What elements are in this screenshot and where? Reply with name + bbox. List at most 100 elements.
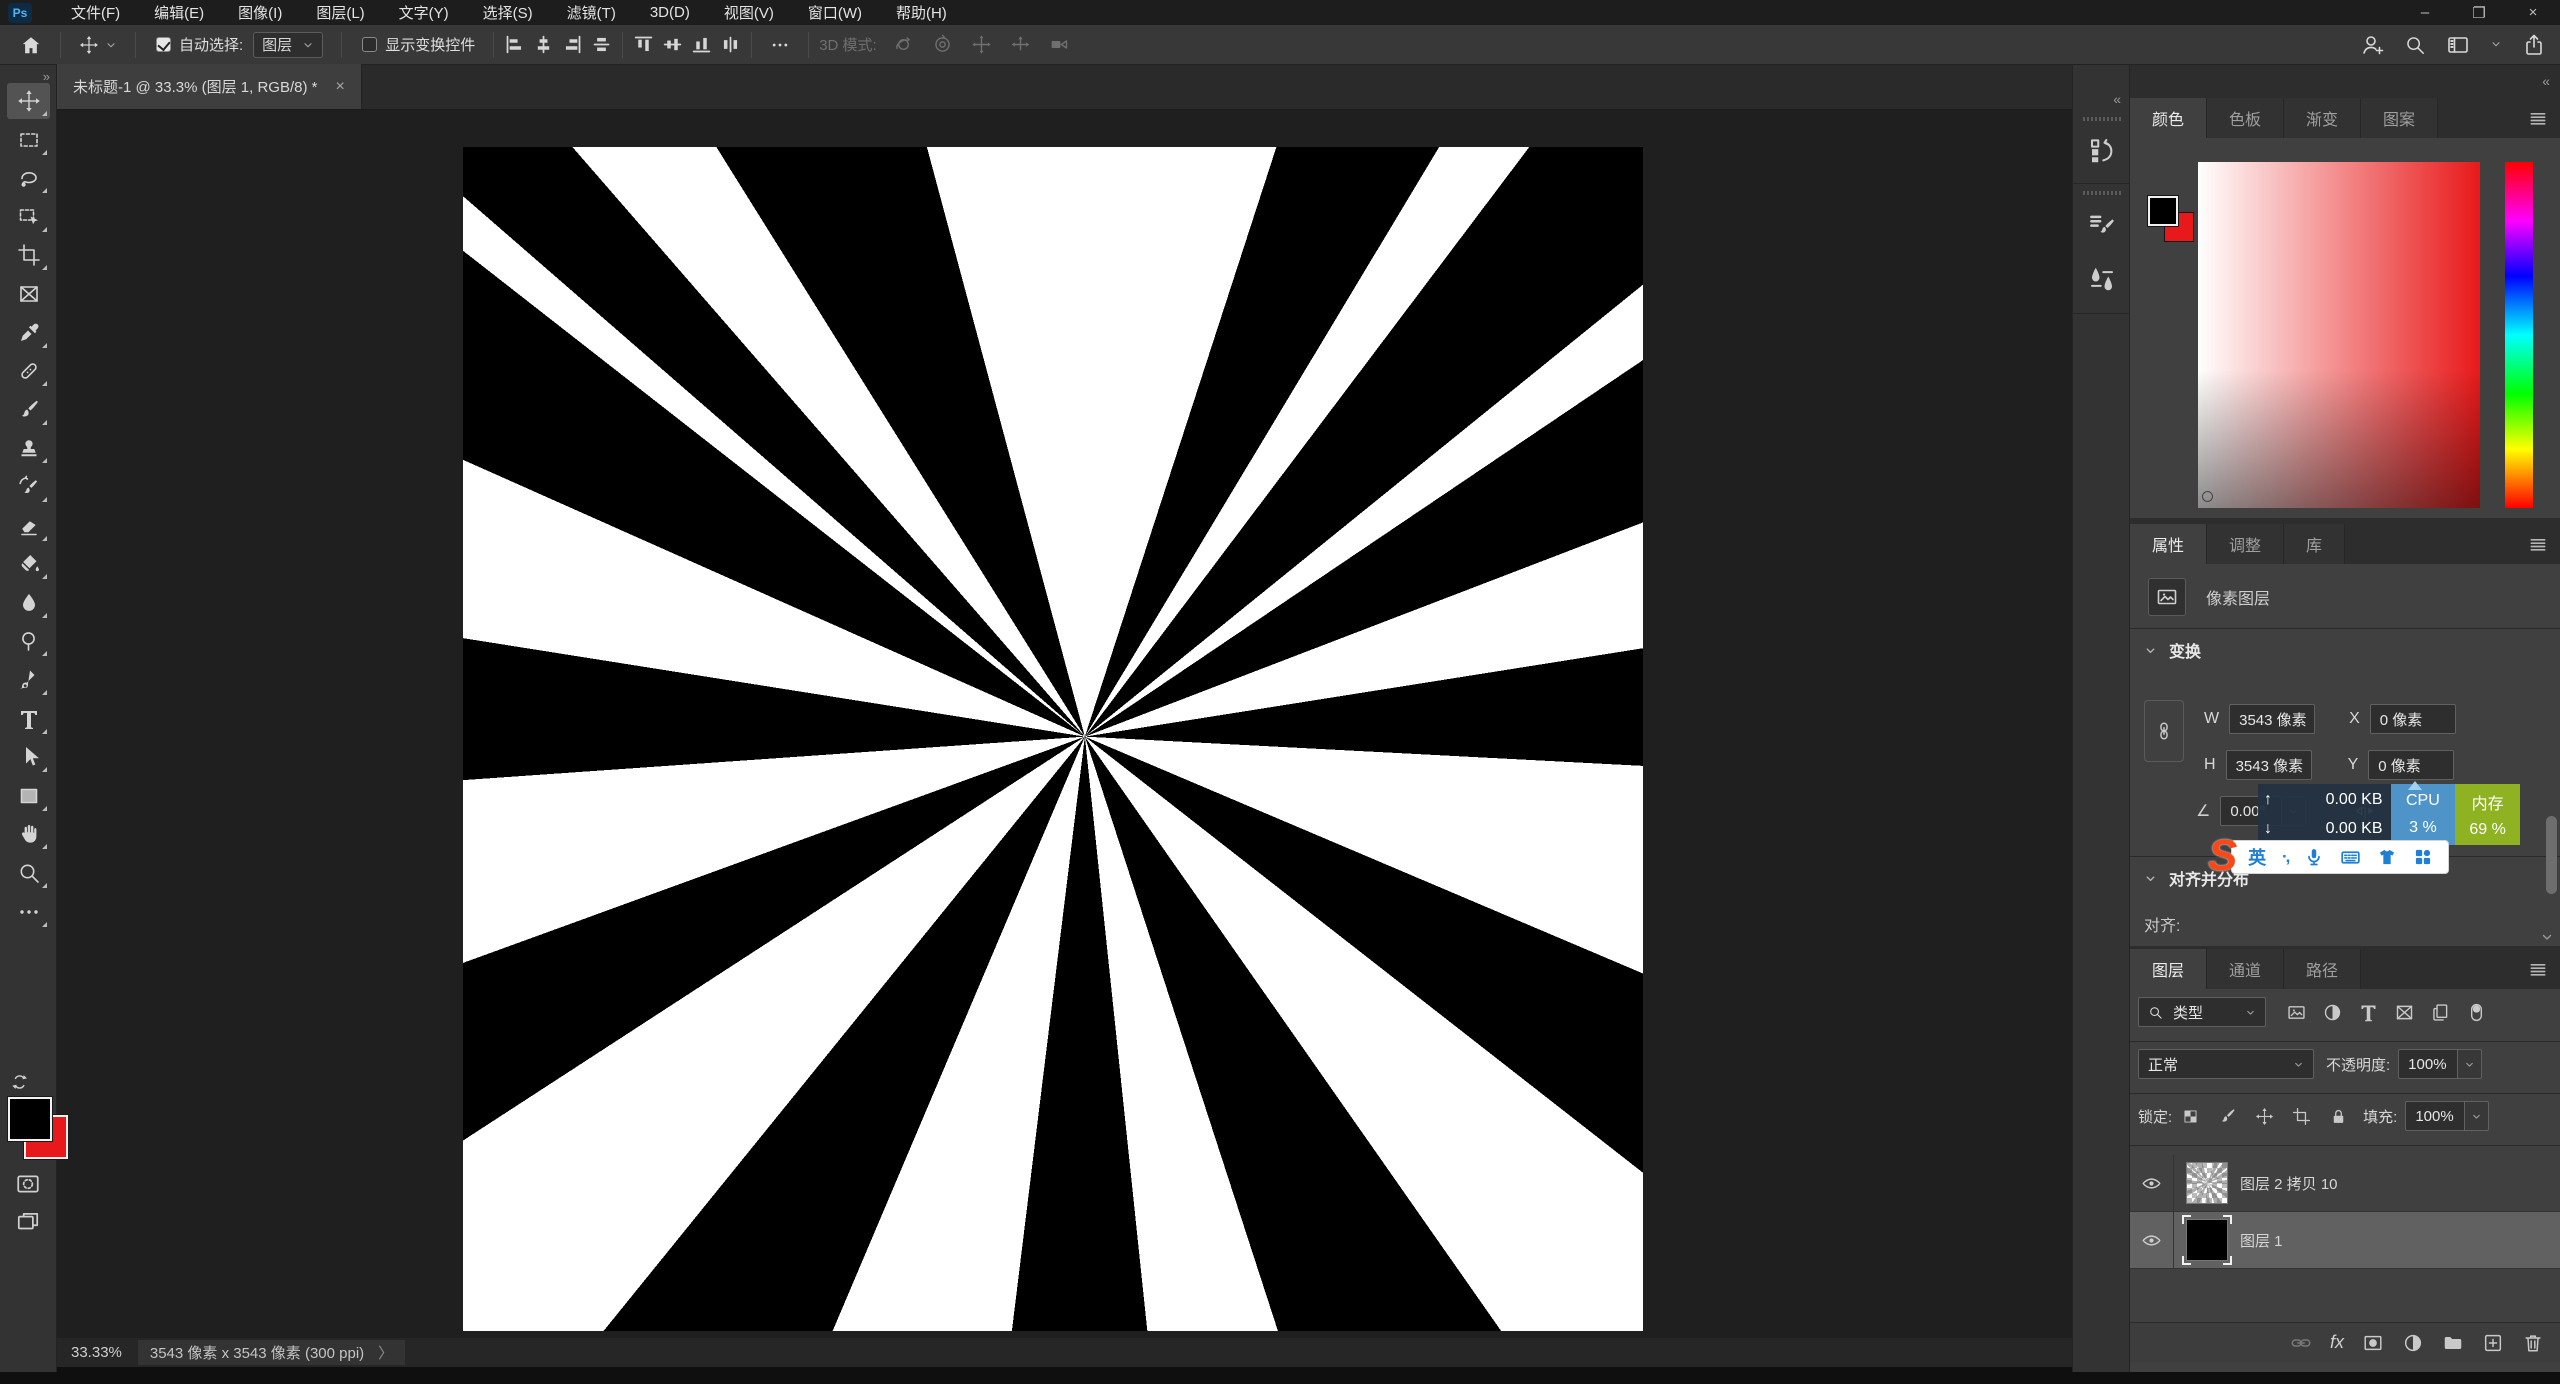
layer-thumbnail[interactable] <box>2186 1162 2228 1204</box>
color-tab-1[interactable]: 色板 <box>2207 98 2284 138</box>
filter-type-icon[interactable] <box>2358 1002 2379 1023</box>
sogou-logo-icon[interactable]: S <box>2208 838 2237 874</box>
hue-slider[interactable] <box>2505 162 2533 508</box>
move-tool-preset-icon[interactable] <box>71 35 125 55</box>
fill-dropdown-icon[interactable] <box>2465 1101 2489 1131</box>
share-icon[interactable] <box>2522 33 2546 57</box>
lock-artboard-icon[interactable] <box>2292 1107 2311 1126</box>
close-button[interactable]: × <box>2506 0 2560 25</box>
layer-name[interactable]: 图层 1 <box>2240 1230 2283 1251</box>
menu-item-1[interactable]: 编辑(E) <box>137 0 221 25</box>
status-chevron-icon[interactable]: 〉 <box>378 1342 393 1363</box>
properties-tab-1[interactable]: 调整 <box>2207 524 2284 564</box>
minimize-button[interactable]: – <box>2398 0 2452 25</box>
tool-eraser[interactable] <box>7 508 50 544</box>
tool-dodge[interactable] <box>7 623 50 659</box>
auto-select-checkbox[interactable] <box>156 37 171 52</box>
foreground-color-swatch[interactable] <box>8 1097 52 1141</box>
ime-microphone-icon[interactable] <box>2304 847 2324 867</box>
filter-shape-icon[interactable] <box>2394 1002 2415 1023</box>
document-tab-close-icon[interactable]: × <box>335 78 344 96</box>
tool-path-selection[interactable] <box>7 739 50 775</box>
canvas-starburst[interactable] <box>463 147 1643 1331</box>
tool-rectangular-marquee[interactable] <box>7 122 50 158</box>
layer-style-icon[interactable]: fx <box>2330 1332 2344 1353</box>
transform-section-chevron-icon[interactable] <box>2144 644 2157 657</box>
lock-position-icon[interactable] <box>2255 1107 2274 1126</box>
tool-crop[interactable] <box>7 237 50 273</box>
scroll-down-icon[interactable] <box>2540 928 2554 946</box>
color-tab-3[interactable]: 图案 <box>2361 98 2438 138</box>
menu-item-6[interactable]: 滤镜(T) <box>550 0 633 25</box>
more-align-options-icon[interactable] <box>762 35 798 55</box>
restore-button[interactable]: ❐ <box>2452 0 2506 25</box>
search-icon[interactable] <box>2404 34 2426 56</box>
panel-collapse-icon[interactable]: « <box>2542 73 2550 89</box>
layer-visibility-icon[interactable] <box>2130 1155 2174 1211</box>
tool-pen[interactable] <box>7 662 50 698</box>
dock-collapse-icon[interactable]: « <box>2113 91 2121 107</box>
zoom-level-field[interactable]: 33.33% <box>71 1344 122 1361</box>
align-top-icon[interactable] <box>633 34 654 55</box>
align-right-icon[interactable] <box>562 34 583 55</box>
height-field[interactable]: 3543 像素 <box>2226 750 2312 780</box>
ime-toolbox-icon[interactable] <box>2413 847 2433 867</box>
screen-mode-icon[interactable] <box>13 1209 43 1235</box>
fill-field[interactable]: 100% <box>2405 1101 2465 1131</box>
quick-mask-icon[interactable] <box>13 1171 43 1197</box>
workspace-chevron-icon[interactable] <box>2490 36 2502 54</box>
home-icon[interactable] <box>12 34 50 56</box>
brushes-panel-icon[interactable] <box>2084 261 2120 297</box>
delete-layer-icon[interactable] <box>2522 1332 2544 1354</box>
menu-item-2[interactable]: 图像(I) <box>221 0 299 25</box>
menu-item-8[interactable]: 视图(V) <box>707 0 791 25</box>
3d-roll-icon[interactable] <box>932 34 953 55</box>
tool-spot-healing-brush[interactable] <box>7 353 50 389</box>
3d-camera-icon[interactable] <box>1049 34 1070 55</box>
tool-eyedropper[interactable] <box>7 315 50 351</box>
layers-tab-0[interactable]: 图层 <box>2130 949 2207 989</box>
tool-brush[interactable] <box>7 392 50 428</box>
new-group-icon[interactable] <box>2442 1332 2464 1354</box>
menu-item-0[interactable]: 文件(F) <box>54 0 137 25</box>
layer-thumbnail[interactable] <box>2186 1219 2228 1261</box>
tool-type[interactable] <box>7 701 50 737</box>
layers-tab-2[interactable]: 路径 <box>2284 949 2361 989</box>
ime-punctuation-toggle[interactable]: ·, <box>2282 847 2288 867</box>
opacity-field[interactable]: 100% <box>2398 1049 2458 1079</box>
history-panel-icon[interactable] <box>2084 133 2120 169</box>
tool-hand[interactable] <box>7 816 50 852</box>
distribute-h-icon[interactable] <box>591 34 612 55</box>
tools-collapse-icon[interactable]: » <box>43 69 50 84</box>
tool-move[interactable] <box>7 83 50 119</box>
opacity-dropdown-icon[interactable] <box>2458 1049 2482 1079</box>
properties-scrollbar[interactable] <box>2546 816 2557 894</box>
filter-smart-object-icon[interactable] <box>2430 1002 2451 1023</box>
add-mask-icon[interactable] <box>2362 1332 2384 1354</box>
properties-tab-2[interactable]: 库 <box>2284 524 2345 564</box>
3d-slide-icon[interactable] <box>1010 34 1031 55</box>
filter-adjustment-icon[interactable] <box>2322 1002 2343 1023</box>
menu-item-10[interactable]: 帮助(H) <box>879 0 964 25</box>
saturation-brightness-field[interactable] <box>2198 162 2480 508</box>
menu-item-7[interactable]: 3D(D) <box>633 0 707 25</box>
link-layers-icon[interactable] <box>2290 1332 2312 1354</box>
ime-keyboard-icon[interactable] <box>2340 847 2361 868</box>
filter-toggle-icon[interactable] <box>2466 1002 2487 1023</box>
align-left-icon[interactable] <box>504 34 525 55</box>
tool-history-brush[interactable] <box>7 469 50 505</box>
3d-orbit-icon[interactable] <box>893 34 914 55</box>
align-section-chevron-icon[interactable] <box>2144 872 2157 885</box>
x-field[interactable]: 0 像素 <box>2370 704 2456 734</box>
color-tab-2[interactable]: 渐变 <box>2284 98 2361 138</box>
filter-pixel-icon[interactable] <box>2286 1002 2307 1023</box>
menu-item-3[interactable]: 图层(L) <box>299 0 381 25</box>
tool-frame[interactable] <box>7 276 50 312</box>
color-tab-0[interactable]: 颜色 <box>2130 98 2207 138</box>
width-field[interactable]: 3543 像素 <box>2229 704 2315 734</box>
show-transform-checkbox[interactable] <box>362 37 377 52</box>
tool-clone-stamp[interactable] <box>7 430 50 466</box>
align-bottom-icon[interactable] <box>691 34 712 55</box>
ime-skin-icon[interactable] <box>2377 847 2397 867</box>
properties-tab-0[interactable]: 属性 <box>2130 524 2207 564</box>
